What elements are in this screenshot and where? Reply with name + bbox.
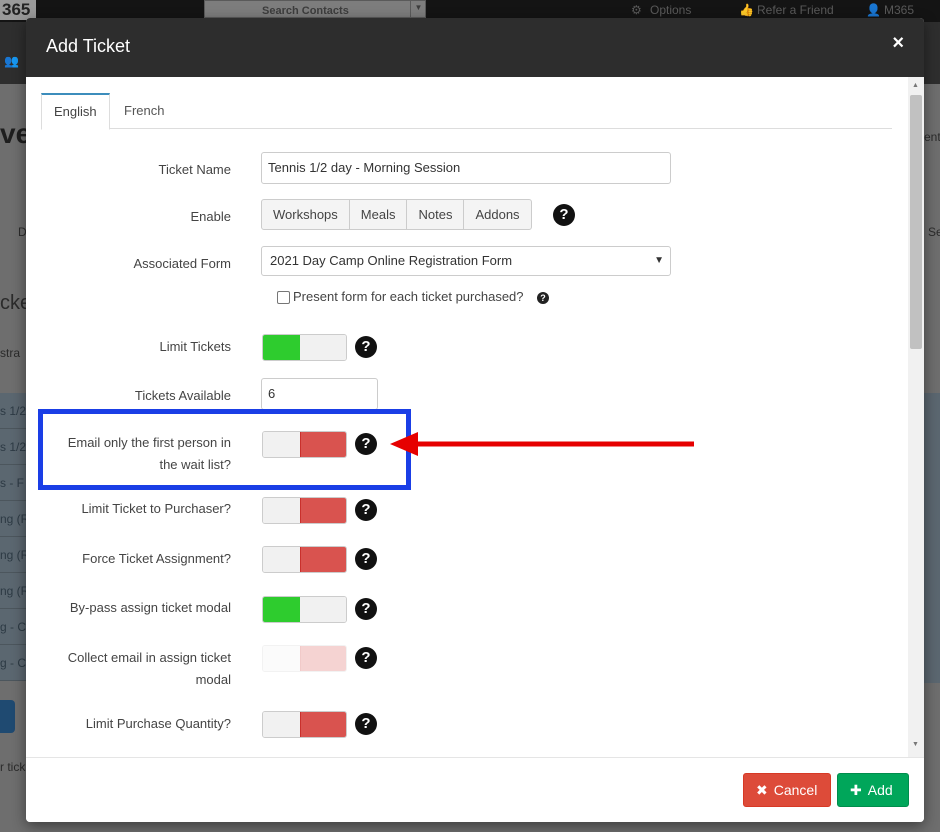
cancel-button-label: Cancel [773,782,818,798]
workshops-button[interactable]: Workshops [261,199,350,230]
tickets-available-input[interactable]: 6 [261,378,378,410]
collect-email-label: Collect email in assign ticket [67,650,231,665]
force-assignment-label: Force Ticket Assignment? [82,551,231,566]
limit-purchaser-label: Limit Ticket to Purchaser? [81,501,231,516]
scroll-down-icon[interactable]: ▼ [912,741,919,748]
close-icon[interactable]: × [892,32,904,55]
bg-text-fragment: stra [0,346,21,360]
enable-label: Enable [190,209,231,224]
chevron-down-icon: ▼ [654,255,664,266]
plus-icon: ✚ [850,782,862,798]
meals-button[interactable]: Meals [348,199,408,230]
limit-tickets-toggle[interactable] [262,334,347,361]
limit-purchaser-toggle[interactable] [262,497,347,524]
modal-body: English French Ticket Name Tennis 1/2 da… [26,77,924,757]
help-icon[interactable]: ? [355,598,377,620]
help-icon[interactable]: ? [355,433,377,455]
modal-scrollbar[interactable]: ▲ ▼ [908,77,924,757]
tab-english[interactable]: English [41,93,110,130]
associated-form-value: 2021 Day Camp Online Registration Form [270,253,513,268]
app-logo: 365 [0,0,36,20]
bg-text-fragment: r tick [0,760,26,774]
tab-french[interactable]: French [112,93,176,129]
addons-button[interactable]: Addons [463,199,532,230]
collect-email-label-line2: modal [195,672,231,687]
help-icon[interactable]: ? [355,336,377,358]
email-first-label: Email only the first person in [67,435,231,450]
ticket-name-input[interactable]: Tennis 1/2 day - Morning Session [261,152,671,184]
users-icon: 👥 [4,54,19,68]
bg-text-fragment: Se [928,225,940,239]
language-tabs: English French [41,93,892,130]
bg-table-edge [924,393,940,683]
bg-button [0,700,15,733]
limit-tickets-label: Limit Tickets [159,339,231,354]
bg-text-fragment: ent [924,130,940,144]
search-contacts-input[interactable]: Search Contacts [204,0,426,18]
present-form-label: Present form for each ticket purchased? [293,289,524,304]
collect-email-toggle [262,645,347,672]
options-menu[interactable]: Options [650,3,691,17]
notes-button[interactable]: Notes [406,199,465,230]
add-button[interactable]: ✚ Add [837,773,909,807]
scroll-up-icon[interactable]: ▲ [912,82,919,89]
gear-icon: ⚙ [631,3,642,17]
bypass-modal-label: By-pass assign ticket modal [69,600,231,615]
help-icon[interactable]: ? [355,647,377,669]
help-icon[interactable]: ? [355,499,377,521]
add-ticket-modal: Add Ticket × English French Ticket Name … [26,18,924,822]
thumbs-up-icon: 👍 [739,3,754,17]
ticket-name-label: Ticket Name [158,162,231,177]
email-first-label-line2: the wait list? [159,457,231,472]
help-icon[interactable]: ? [355,548,377,570]
help-icon[interactable]: ? [355,713,377,735]
enable-button-group: Workshops Meals Notes Addons [261,199,532,230]
modal-title: Add Ticket [46,36,131,56]
refer-friend-link[interactable]: Refer a Friend [757,3,834,17]
modal-footer: ✖ Cancel ✚ Add [26,757,924,822]
close-icon: ✖ [756,782,768,798]
help-icon[interactable]: ? [553,204,575,226]
present-form-checkbox[interactable] [277,291,290,304]
email-first-toggle[interactable] [262,431,347,458]
modal-header: Add Ticket × [26,18,924,77]
limit-quantity-toggle[interactable] [262,711,347,738]
associated-form-select[interactable]: 2021 Day Camp Online Registration Form ▼ [261,246,671,276]
chevron-down-icon[interactable]: ▼ [410,0,426,17]
force-assignment-toggle[interactable] [262,546,347,573]
help-icon[interactable]: ? [537,292,549,304]
limit-quantity-label: Limit Purchase Quantity? [85,716,231,731]
user-icon: 👤 [866,3,881,17]
cancel-button[interactable]: ✖ Cancel [743,773,831,807]
tickets-available-label: Tickets Available [134,388,231,403]
associated-form-label: Associated Form [133,256,231,271]
bypass-modal-toggle[interactable] [262,596,347,623]
scrollbar-thumb[interactable] [910,95,922,349]
add-button-label: Add [867,782,893,798]
